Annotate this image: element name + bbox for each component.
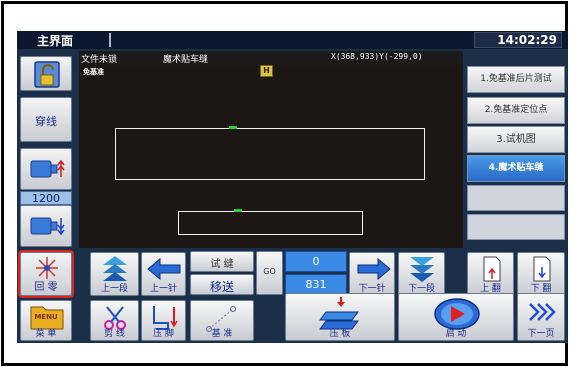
stitch-marker: [234, 209, 242, 212]
pattern-outline-large: [115, 128, 425, 180]
header-separator: [109, 33, 111, 47]
menu-icon-text: MENU: [34, 313, 58, 321]
menu-button[interactable]: MENU 菜 单: [20, 300, 72, 341]
shift-label: 移送: [209, 280, 234, 294]
unlock-button[interactable]: [20, 56, 72, 91]
cut-thread-button[interactable]: 剪 线: [90, 300, 139, 341]
next-page-button[interactable]: 下一页: [517, 293, 565, 341]
header-bar: 主界面 14:02:29: [17, 31, 568, 49]
pattern-item-2[interactable]: 2.免基准定位点: [467, 97, 565, 124]
pattern-slot-empty[interactable]: [467, 185, 565, 211]
pattern-item-4-selected[interactable]: 4.魔术贴车缝: [467, 155, 565, 182]
press-plate-label: 压 板: [329, 329, 351, 339]
home-button[interactable]: 回 零: [18, 250, 74, 298]
home-label: 回 零: [34, 282, 58, 293]
presser-foot-button[interactable]: 压 脚: [141, 300, 186, 341]
page-down-button[interactable]: 下 翻: [517, 252, 565, 296]
stitch-count-field[interactable]: 831: [285, 274, 347, 295]
start-button[interactable]: 启 动: [398, 293, 514, 341]
pattern-canvas[interactable]: 免基准 H: [79, 65, 463, 248]
stitch-start-field[interactable]: 0: [285, 251, 347, 272]
prev-segment-label: 上一段: [100, 284, 128, 294]
start-label: 启 动: [445, 329, 467, 339]
shift-button[interactable]: 移送: [190, 274, 254, 295]
needle-down-button[interactable]: [20, 205, 72, 247]
unlock-icon: [34, 61, 60, 88]
prev-stitch-button[interactable]: 上一针: [141, 252, 186, 296]
needle-up-icon: [30, 159, 65, 178]
next-stitch-button[interactable]: 下一针: [349, 252, 395, 296]
next-segment-button[interactable]: 下一段: [398, 252, 445, 296]
menu-label: 菜 单: [35, 329, 57, 339]
photo-frame: 主界面 14:02:29 穿线 1200 回 零 文件未锁 魔术贴车缝 X(36…: [1, 1, 568, 366]
prev-segment-button[interactable]: 上一段: [90, 252, 139, 296]
threading-label: 穿线: [35, 115, 57, 128]
trial-sew-label: 试 缝: [210, 259, 234, 270]
mode-tag: 免基准: [83, 68, 104, 76]
datum-label: 基 准: [211, 329, 233, 339]
pattern-outline-small: [178, 211, 363, 235]
pattern-item-1[interactable]: 1.免基准后片测试: [467, 66, 565, 93]
datum-button[interactable]: 基 准: [190, 300, 254, 341]
pattern-name: 魔术贴车缝: [163, 55, 209, 65]
press-plate-button[interactable]: 压 板: [285, 293, 395, 341]
pattern-slot-empty[interactable]: [467, 214, 565, 240]
page-title: 主界面: [37, 34, 74, 48]
go-label: GO: [263, 267, 276, 276]
info-bar: 文件未锁 魔术贴车缝 X(368,933)Y(-299,0): [79, 51, 463, 65]
clock: 14:02:29: [474, 32, 562, 48]
speed-value[interactable]: 1200: [20, 191, 72, 205]
page-up-button[interactable]: 上 翻: [467, 252, 514, 296]
origin-marker-icon: H: [260, 65, 273, 77]
needle-down-icon: [30, 217, 65, 236]
hmi-screen: 主界面 14:02:29 穿线 1200 回 零 文件未锁 魔术贴车缝 X(36…: [17, 31, 568, 343]
file-lock-status: 文件未锁: [81, 55, 118, 65]
trial-sew-button[interactable]: 试 缝: [190, 251, 254, 272]
go-button[interactable]: GO: [256, 251, 283, 295]
cut-thread-label: 剪 线: [104, 329, 125, 339]
coordinates: X(368,933)Y(-299,0): [331, 52, 423, 61]
threading-button[interactable]: 穿线: [20, 97, 72, 142]
stitch-marker: [229, 126, 237, 129]
next-page-label: 下一页: [527, 329, 555, 339]
prev-stitch-label: 上一针: [149, 284, 177, 294]
needle-up-button[interactable]: [20, 148, 72, 190]
pattern-item-3[interactable]: 3.试机图: [467, 126, 565, 153]
presser-foot-label: 压 脚: [153, 329, 174, 339]
